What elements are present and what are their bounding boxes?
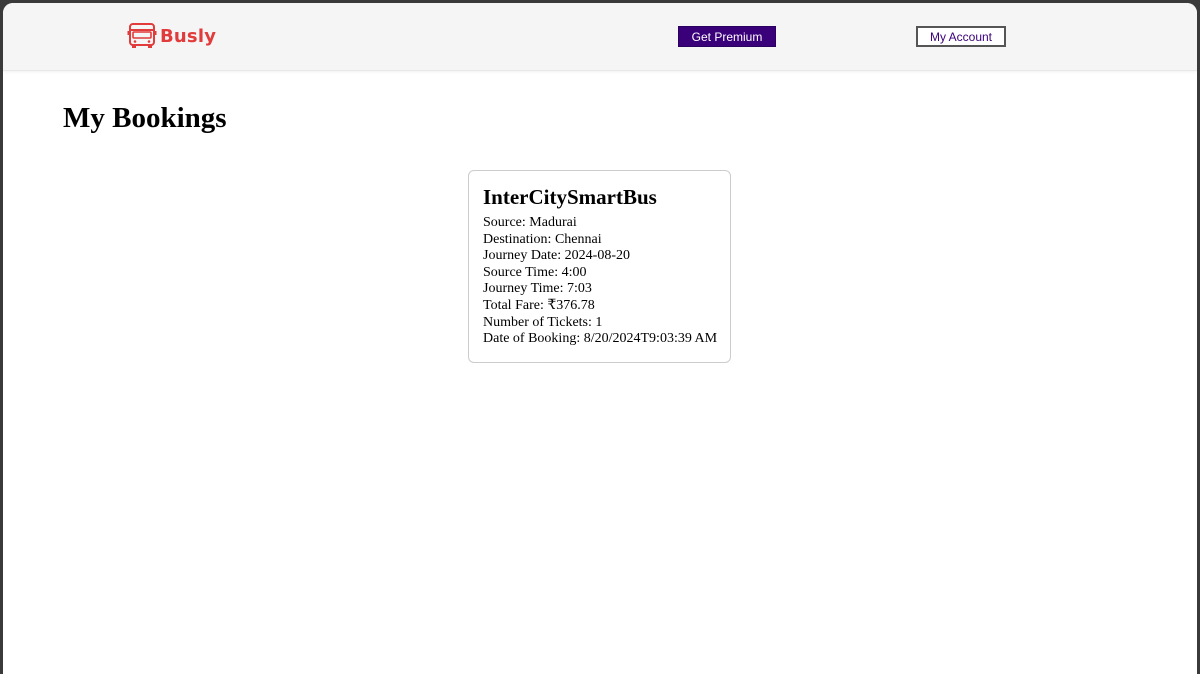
page-title: My Bookings: [63, 102, 227, 134]
field-value: Chennai: [554, 231, 602, 247]
field-value: 1: [595, 314, 603, 330]
source-field: Source: Madurai: [483, 215, 577, 230]
field-value: 4:00: [561, 264, 587, 280]
brand-name: Busly: [160, 25, 217, 47]
field-label: Journey Time: [483, 281, 560, 297]
bus-icon: [127, 22, 157, 50]
brand-logo[interactable]: Busly: [127, 21, 216, 51]
booking-date-field: Date of Booking: 8/20/2024T9:03:39 AM: [483, 331, 718, 347]
field-label: Number of Tickets: [483, 314, 588, 330]
total-fare-field: Total Fare: ₹376.78: [483, 297, 595, 313]
field-label: Source Time: [483, 264, 555, 280]
field-label: Destination: [483, 231, 548, 247]
bus-name: InterCitySmartBus: [483, 185, 657, 209]
source-time-field: Source Time: 4:00: [483, 264, 587, 280]
field-value: 8/20/2024T9:03:39 AM: [583, 331, 718, 347]
field-value: Madurai: [529, 215, 577, 230]
journey-date-field: Journey Date: 2024-08-20: [483, 248, 630, 264]
field-label: Date of Booking: [483, 331, 577, 347]
browser-viewport: Busly Get Premium My Account My Bookings…: [3, 3, 1197, 674]
destination-field: Destination: Chennai: [483, 231, 602, 247]
field-label: Total Fare: [483, 297, 540, 313]
journey-time-field: Journey Time: 7:03: [483, 281, 592, 297]
field-value: ₹376.78: [547, 297, 595, 313]
field-label: Source: [483, 215, 522, 230]
field-value: 2024-08-20: [564, 248, 630, 264]
booking-card: InterCitySmartBus Source: Madurai Destin…: [468, 170, 731, 363]
field-label: Journey Date: [483, 248, 558, 264]
ticket-count-field: Number of Tickets: 1: [483, 314, 603, 330]
my-account-button[interactable]: My Account: [916, 26, 1006, 47]
get-premium-button[interactable]: Get Premium: [678, 26, 776, 47]
field-value: 7:03: [567, 281, 592, 297]
navbar: Busly Get Premium My Account: [3, 3, 1197, 71]
